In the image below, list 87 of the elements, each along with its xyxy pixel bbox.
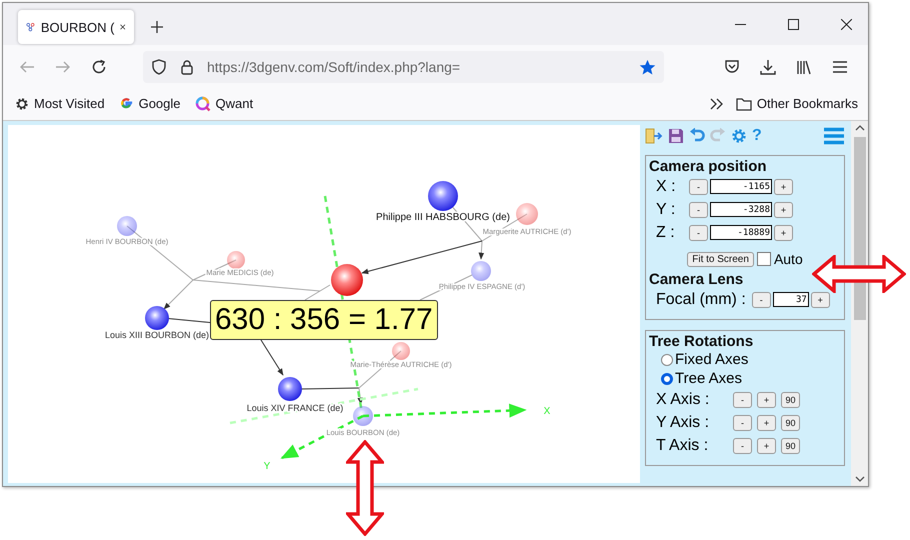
radio-button[interactable] bbox=[661, 372, 673, 384]
gear-icon[interactable] bbox=[731, 128, 747, 144]
person-name: Louis XIII BOURBON (de) bbox=[104, 330, 210, 340]
person-node[interactable] bbox=[117, 216, 137, 236]
axis-rotation-label: T Axis : bbox=[656, 436, 710, 454]
minus-button[interactable]: - bbox=[689, 224, 708, 240]
person-node[interactable] bbox=[145, 306, 169, 330]
undo-icon[interactable] bbox=[689, 128, 705, 144]
person-node[interactable] bbox=[227, 251, 245, 269]
bookmark-item[interactable]: Most Visited bbox=[15, 96, 105, 111]
close-icon[interactable] bbox=[841, 18, 852, 30]
rotate-step-button[interactable]: 90 bbox=[781, 392, 800, 408]
coordinate-label: Y : bbox=[656, 200, 676, 218]
section-title: Tree Rotations bbox=[649, 333, 754, 350]
folder-exit-icon[interactable] bbox=[645, 127, 663, 145]
pocket-icon[interactable] bbox=[724, 59, 740, 75]
plus-button[interactable]: + bbox=[774, 224, 793, 240]
bookmark-folder[interactable]: Other Bookmarks bbox=[736, 96, 858, 111]
bookmark-item[interactable]: Qwant bbox=[194, 96, 254, 112]
browser-tab[interactable]: BOURBON ( bbox=[18, 10, 134, 44]
g-logo-icon bbox=[118, 96, 134, 111]
focal-field[interactable]: 37 bbox=[772, 292, 809, 307]
reload-icon[interactable] bbox=[91, 59, 107, 75]
auto-label: Auto bbox=[774, 251, 803, 267]
plus-button[interactable]: + bbox=[757, 438, 776, 454]
axis-rotation-label: Y Axis : bbox=[656, 414, 710, 432]
minus-button[interactable]: - bbox=[752, 292, 771, 308]
maximize-icon[interactable] bbox=[788, 18, 799, 30]
bookmark-item[interactable]: Google bbox=[118, 96, 180, 111]
coordinate-field[interactable]: -18889 bbox=[710, 225, 772, 240]
edge-line bbox=[260, 340, 284, 376]
person-node[interactable] bbox=[428, 181, 458, 211]
fit-to-screen-button[interactable]: Fit to Screen bbox=[687, 252, 754, 266]
rotate-step-button[interactable]: 90 bbox=[781, 438, 800, 454]
focal-label: Focal (mm) : bbox=[656, 290, 746, 308]
minus-button[interactable]: - bbox=[689, 178, 708, 194]
person-node[interactable] bbox=[516, 203, 538, 225]
person-node[interactable] bbox=[278, 377, 302, 401]
rotate-step-button[interactable]: 90 bbox=[781, 414, 800, 430]
coordinate-field[interactable]: -1165 bbox=[710, 179, 772, 194]
plus-button[interactable]: + bbox=[757, 414, 776, 430]
plus-button[interactable]: + bbox=[774, 202, 793, 218]
minus-button[interactable]: - bbox=[689, 202, 708, 218]
coordinate-field[interactable]: -3288 bbox=[710, 202, 772, 217]
axis-label: Y bbox=[264, 461, 270, 472]
plus-icon[interactable] bbox=[151, 21, 163, 33]
star-icon[interactable] bbox=[639, 58, 656, 76]
lock-icon bbox=[179, 59, 195, 75]
person-name: Louis XIV FRANCE (de) bbox=[246, 403, 344, 413]
minus-button[interactable]: - bbox=[733, 414, 752, 430]
minus-button[interactable]: - bbox=[733, 392, 752, 408]
url-text: https://3dgenv.com/Soft/index.php?lang= bbox=[207, 59, 460, 75]
coordinate-label: Z : bbox=[656, 224, 676, 242]
axis-label: X bbox=[544, 406, 550, 417]
chevrons-icon[interactable] bbox=[710, 98, 724, 110]
save-icon[interactable] bbox=[668, 128, 684, 144]
person-node[interactable] bbox=[331, 264, 363, 296]
close-icon[interactable] bbox=[120, 22, 126, 32]
q-logo-icon bbox=[194, 96, 210, 112]
scrollbar[interactable] bbox=[851, 121, 868, 486]
menu-icon[interactable] bbox=[832, 59, 848, 75]
tab-title: BOURBON ( bbox=[40, 20, 114, 34]
section-title: Camera Lens bbox=[649, 271, 744, 288]
gear-icon bbox=[15, 96, 29, 110]
auto-checkbox[interactable] bbox=[756, 252, 771, 266]
scroll-up-icon[interactable] bbox=[854, 125, 864, 131]
plus-button[interactable]: + bbox=[774, 178, 793, 194]
axis-rotation-label: X Axis : bbox=[656, 390, 710, 408]
minus-button[interactable]: - bbox=[733, 438, 752, 454]
plus-button[interactable]: + bbox=[810, 292, 830, 308]
section-title: Camera position bbox=[649, 158, 768, 175]
folder-icon bbox=[736, 96, 752, 110]
radio-label: Tree Axes bbox=[675, 370, 742, 387]
radio-button[interactable] bbox=[661, 354, 673, 366]
coordinate-label: X : bbox=[656, 178, 677, 196]
download-icon[interactable] bbox=[760, 59, 776, 75]
person-node[interactable] bbox=[471, 261, 491, 281]
person-name: Philippe III HABSBOURG (de) bbox=[376, 212, 510, 223]
scroll-down-icon[interactable] bbox=[854, 476, 864, 482]
radio-label: Fixed Axes bbox=[675, 351, 748, 368]
plus-button[interactable]: + bbox=[757, 392, 776, 408]
person-node[interactable] bbox=[353, 406, 373, 426]
ratio-label: 630 : 356 = 1.77 bbox=[210, 300, 438, 340]
shield-icon bbox=[151, 59, 167, 75]
address-field[interactable]: https://3dgenv.com/Soft/index.php?lang= bbox=[143, 51, 664, 83]
library-icon[interactable] bbox=[796, 59, 812, 75]
person-node[interactable] bbox=[392, 342, 410, 360]
